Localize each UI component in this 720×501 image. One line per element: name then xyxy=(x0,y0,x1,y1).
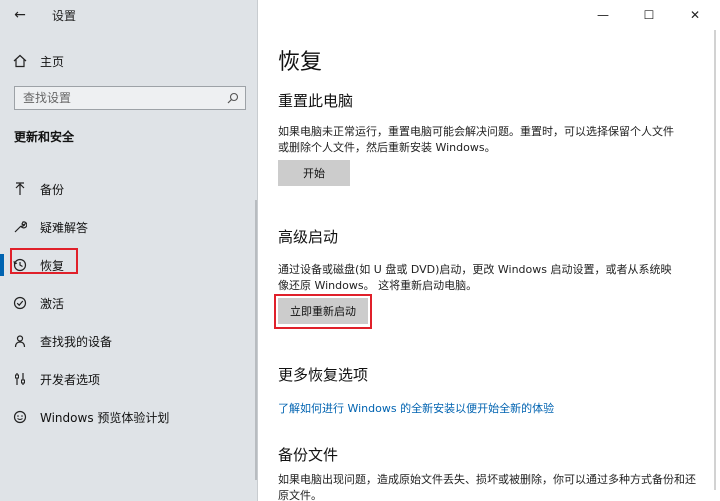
search-input[interactable] xyxy=(15,91,221,105)
sidebar-item-label: Windows 预览体验计划 xyxy=(40,410,170,425)
active-indicator xyxy=(0,254,4,276)
home-icon xyxy=(0,54,40,68)
main-scrollbar[interactable] xyxy=(714,30,716,490)
check-circle-icon xyxy=(0,296,40,310)
backup-description: 如果电脑出现问题，造成原始文件丢失、损坏或被删除，你可以通过多种方式备份和还原文… xyxy=(278,473,696,501)
sidebar: ← 设置 主页 更新和安全 备份 疑难解答 xyxy=(0,0,258,501)
sidebar-item-label: 备份 xyxy=(40,182,65,197)
sliders-icon xyxy=(0,372,40,386)
reset-title: 重置此电脑 xyxy=(278,92,354,110)
back-arrow-icon: ← xyxy=(14,7,26,23)
maximize-icon: ☐ xyxy=(643,8,655,22)
sidebar-item-label: 激活 xyxy=(40,296,65,311)
advanced-description: 通过设备或磁盘(如 U 盘或 DVD)启动，更改 Windows 启动设置，或者… xyxy=(278,263,672,292)
sidebar-item-troubleshoot[interactable]: 疑难解答 xyxy=(0,208,258,246)
minimize-button[interactable]: — xyxy=(580,0,626,30)
sidebar-item-activation[interactable]: 激活 xyxy=(0,284,258,322)
section-heading: 更新和安全 xyxy=(14,130,75,144)
home-label: 主页 xyxy=(40,54,65,69)
sidebar-item-label: 开发者选项 xyxy=(40,372,101,387)
reset-start-button[interactable]: 开始 xyxy=(278,160,350,186)
sidebar-scrollbar[interactable] xyxy=(255,200,257,480)
recovery-highlight-box xyxy=(10,248,78,274)
sidebar-item-label: 疑难解答 xyxy=(40,220,89,235)
reset-description: 如果电脑未正常运行，重置电脑可能会解决问题。重置时，可以选择保留个人文件或删除个… xyxy=(278,125,674,154)
sidebar-item-label: 查找我的设备 xyxy=(40,334,113,349)
backup-title: 备份文件 xyxy=(278,446,339,464)
app-title: 设置 xyxy=(52,9,77,23)
restart-highlight-box xyxy=(274,294,372,329)
back-button[interactable]: ← xyxy=(8,5,32,25)
page-title: 恢复 xyxy=(278,50,323,75)
main-panel: — ☐ ✕ 恢复 重置此电脑 如果电脑未正常运行，重置电脑可能会解决问题。重置时… xyxy=(258,0,720,501)
smiley-icon xyxy=(0,410,40,424)
sidebar-item-developer[interactable]: 开发者选项 xyxy=(0,360,258,398)
sidebar-item-backup[interactable]: 备份 xyxy=(0,170,258,208)
search-box[interactable] xyxy=(14,86,246,110)
nav-home[interactable]: 主页 xyxy=(0,48,258,74)
search-icon[interactable] xyxy=(221,92,245,104)
advanced-title: 高级启动 xyxy=(278,228,339,246)
sidebar-item-find-device[interactable]: 查找我的设备 xyxy=(0,322,258,360)
wrench-icon xyxy=(0,220,40,234)
titlebar-left: ← 设置 xyxy=(0,0,258,30)
person-pin-icon xyxy=(0,334,40,348)
fresh-start-link[interactable]: 了解如何进行 Windows 的全新安装以便开始全新的体验 xyxy=(278,400,554,416)
backup-arrow-icon xyxy=(0,182,40,196)
minimize-icon: — xyxy=(597,8,609,22)
close-button[interactable]: ✕ xyxy=(672,0,718,30)
maximize-button[interactable]: ☐ xyxy=(626,0,672,30)
close-icon: ✕ xyxy=(689,8,701,22)
more-options-title: 更多恢复选项 xyxy=(278,366,369,384)
sidebar-item-insider[interactable]: Windows 预览体验计划 xyxy=(0,398,258,436)
nav-list: 备份 疑难解答 恢复 激活 查找我的设备 开发者选项 Windows 预览体验计… xyxy=(0,170,258,436)
